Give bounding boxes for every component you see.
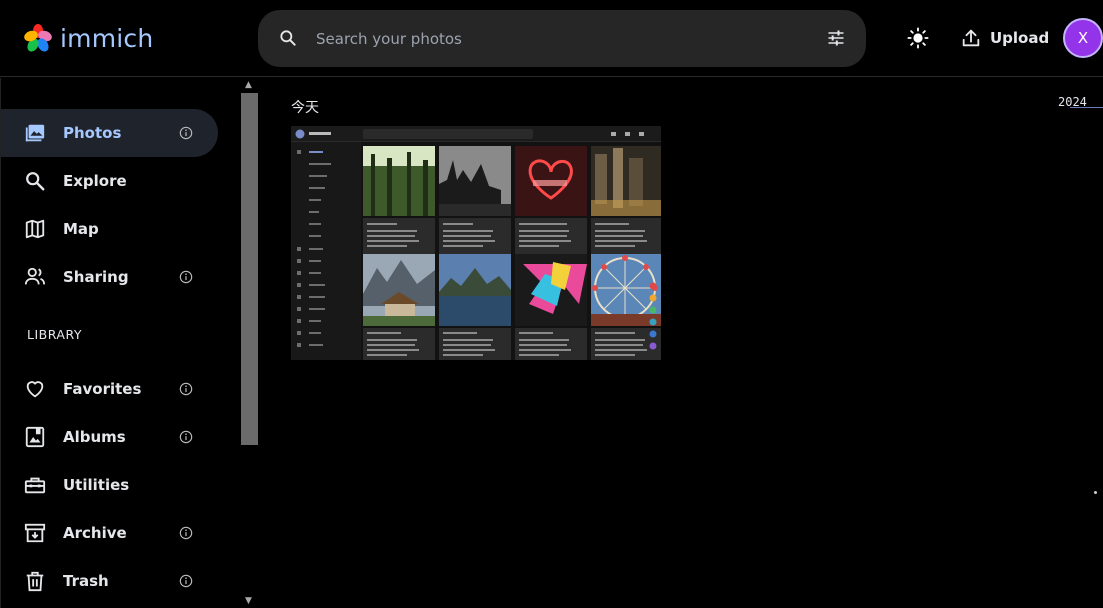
sidebar-item-label: Map: [63, 220, 99, 238]
sidebar-item-label: Utilities: [63, 476, 130, 494]
photos-icon: [25, 124, 45, 142]
immich-logo-icon: [24, 24, 52, 52]
trash-icon: [26, 571, 44, 592]
album-icon: [25, 426, 45, 448]
info-icon[interactable]: [179, 270, 193, 284]
date-group-title: 今天: [291, 100, 319, 116]
sidebar-item-label: Sharing: [63, 268, 129, 286]
sidebar-item-albums[interactable]: Albums: [1, 413, 218, 461]
sidebar-item-label: Archive: [63, 524, 127, 542]
info-icon[interactable]: [179, 526, 193, 540]
sidebar-item-favorites[interactable]: Favorites: [1, 365, 218, 413]
sidebar-item-label: Trash: [63, 572, 109, 590]
sidebar-item-label: Explore: [63, 172, 127, 190]
user-avatar[interactable]: X: [1063, 18, 1103, 58]
scroll-up-arrow-icon[interactable]: ▲: [245, 80, 252, 90]
upload-icon: [962, 29, 980, 47]
top-bar: immich Upload X: [0, 0, 1103, 77]
sidebar-item-utilities[interactable]: Utilities: [1, 461, 218, 509]
explore-search-icon: [26, 172, 45, 191]
sidebar-item-map[interactable]: Map: [1, 205, 218, 253]
sidebar-item-label: Albums: [63, 428, 126, 446]
scrollbar-thumb[interactable]: [241, 93, 258, 445]
toolbox-icon: [24, 477, 46, 494]
upload-button[interactable]: Upload: [960, 24, 1049, 52]
upload-label: Upload: [990, 29, 1050, 47]
search-filter-icon[interactable]: [826, 28, 846, 48]
theme-toggle-button[interactable]: [904, 24, 932, 52]
scroll-down-arrow-icon[interactable]: ▼: [245, 596, 252, 606]
search-icon[interactable]: [278, 28, 298, 48]
sidebar-item-explore[interactable]: Explore: [1, 157, 218, 205]
sidebar: Photos Explore Map Sharing LIBRARY Favor…: [0, 78, 241, 608]
archive-icon: [24, 523, 46, 543]
timeline-scrubber-line: [1070, 107, 1103, 108]
thumbnail-topbar: [291, 126, 661, 142]
library-section-title: LIBRARY: [27, 327, 82, 342]
sun-icon: [907, 27, 929, 49]
immich-logo[interactable]: immich: [22, 22, 153, 54]
info-icon[interactable]: [179, 382, 193, 396]
sidebar-item-trash[interactable]: Trash: [1, 557, 218, 605]
search-input[interactable]: [316, 28, 796, 50]
sidebar-item-photos[interactable]: Photos: [1, 109, 218, 157]
app-name: immich: [60, 23, 154, 53]
map-icon: [25, 219, 45, 239]
sidebar-scrollbar[interactable]: ▲ ▼: [241, 78, 258, 608]
sidebar-item-label: Favorites: [63, 380, 142, 398]
search-bar[interactable]: [258, 10, 866, 67]
heart-icon: [26, 381, 44, 398]
thumbnail-sidebar: [291, 142, 361, 360]
sharing-users-icon: [24, 267, 46, 285]
info-icon[interactable]: [179, 430, 193, 444]
info-icon[interactable]: [179, 126, 193, 140]
sidebar-item-label: Photos: [63, 124, 122, 142]
sidebar-item-sharing[interactable]: Sharing: [1, 253, 218, 301]
sidebar-item-archive[interactable]: Archive: [1, 509, 218, 557]
timeline-scrubber-dot[interactable]: [1094, 491, 1097, 494]
thumbnail-photo-grid: [363, 144, 661, 360]
photo-thumbnail[interactable]: [291, 126, 661, 360]
info-icon[interactable]: [179, 574, 193, 588]
